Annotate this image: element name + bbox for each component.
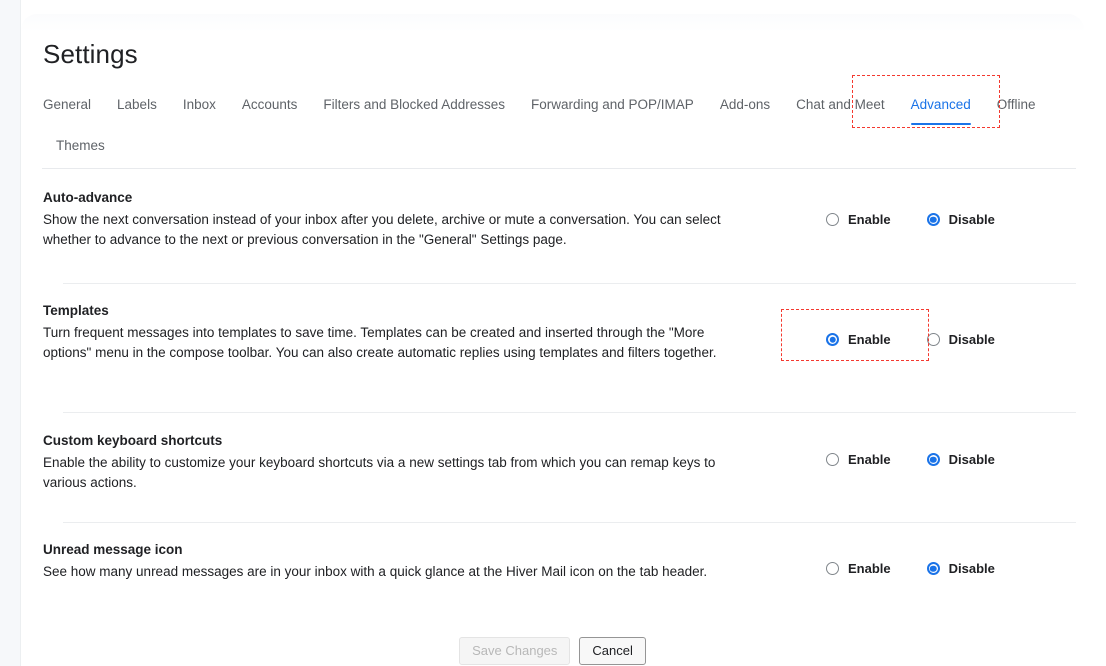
- radio-label: Disable: [948, 332, 995, 347]
- radio-selected-icon[interactable]: [926, 562, 940, 575]
- settings-card: Settings General Labels Inbox Accounts Filte…: [21, 14, 1084, 666]
- radio-unselected-icon[interactable]: [826, 453, 839, 466]
- radio-templates-enable[interactable]: Enable: [826, 332, 891, 347]
- radio-unread-message-icon-disable[interactable]: Disable: [926, 561, 995, 576]
- radio-auto-advance-disable[interactable]: Disable: [926, 212, 995, 227]
- card-top-shade: [21, 14, 1084, 32]
- setting-description: See how many unread messages are in your…: [43, 564, 708, 579]
- section-divider: [63, 412, 1076, 413]
- radio-selected-icon[interactable]: [926, 453, 940, 466]
- tab-label: Themes: [56, 138, 105, 153]
- setting-title: Templates: [43, 303, 109, 318]
- setting-text-templates: Templates Turn frequent messages into tem…: [43, 302, 763, 362]
- tab-label: General: [43, 97, 92, 112]
- setting-description: Show the next conversation instead of yo…: [43, 212, 721, 247]
- radio-group-unread-message-icon: Enable Disable: [826, 561, 995, 576]
- tab-label: Chat and Meet: [796, 97, 885, 112]
- radio-selected-icon[interactable]: [926, 213, 940, 226]
- radio-label: Disable: [948, 561, 995, 576]
- tab-chat-and-meet[interactable]: Chat and Meet: [783, 86, 898, 127]
- tab-labels[interactable]: Labels: [104, 86, 170, 127]
- radio-label: Enable: [848, 452, 891, 467]
- radio-unselected-icon[interactable]: [826, 213, 839, 226]
- tab-themes[interactable]: Themes: [43, 127, 118, 168]
- radio-auto-advance-enable[interactable]: Enable: [826, 212, 891, 227]
- section-divider: [63, 283, 1076, 284]
- radio-custom-keyboard-shortcuts-enable[interactable]: Enable: [826, 452, 891, 467]
- radio-group-custom-keyboard-shortcuts: Enable Disable: [826, 452, 995, 467]
- left-gutter: [0, 0, 21, 666]
- tab-label: Offline: [996, 97, 1036, 112]
- setting-text-unread-message-icon: Unread message icon See how many unread m…: [43, 541, 763, 582]
- setting-description: Turn frequent messages into templates to…: [43, 325, 717, 360]
- radio-unread-message-icon-enable[interactable]: Enable: [826, 561, 891, 576]
- radio-label: Enable: [848, 212, 891, 227]
- tab-label: Filters and Blocked Addresses: [323, 97, 505, 112]
- save-changes-button[interactable]: Save Changes: [459, 637, 571, 665]
- setting-text-custom-keyboard-shortcuts: Custom keyboard shortcuts Enable the abil…: [43, 432, 763, 492]
- setting-text-auto-advance: Auto-advance Show the next conversation i…: [43, 189, 763, 249]
- tab-label: Accounts: [241, 97, 298, 112]
- setting-description: Enable the ability to customize your key…: [43, 455, 716, 490]
- tab-filters-and-blocked-addresses[interactable]: Filters and Blocked Addresses: [310, 86, 518, 127]
- setting-title: Custom keyboard shortcuts: [43, 433, 223, 448]
- radio-selected-icon[interactable]: [826, 333, 839, 346]
- tab-active-underline: [910, 122, 971, 125]
- tab-label: Inbox: [182, 97, 216, 112]
- footer-buttons: Save Changes Cancel: [21, 637, 1084, 665]
- tab-offline[interactable]: Offline: [984, 86, 1049, 127]
- tab-row: General Labels Inbox Accounts Filters and Bl…: [43, 86, 1055, 168]
- tab-inbox[interactable]: Inbox: [170, 86, 229, 127]
- radio-unselected-icon[interactable]: [826, 562, 839, 575]
- tab-label: Add-ons: [719, 97, 771, 112]
- tab-general[interactable]: General: [43, 86, 104, 127]
- tab-advanced[interactable]: Advanced: [898, 86, 984, 127]
- tab-label: Labels: [117, 97, 157, 112]
- setting-title: Auto-advance: [43, 190, 133, 205]
- section-divider: [63, 522, 1076, 523]
- tab-label: Forwarding and POP/IMAP: [530, 97, 694, 112]
- tab-label: Advanced: [910, 97, 971, 112]
- radio-unselected-icon[interactable]: [926, 333, 940, 346]
- tab-forwarding-and-pop-imap[interactable]: Forwarding and POP/IMAP: [518, 86, 707, 127]
- tab-add-ons[interactable]: Add-ons: [707, 86, 783, 127]
- radio-label: Enable: [848, 332, 891, 347]
- radio-label: Enable: [848, 561, 891, 576]
- cancel-button[interactable]: Cancel: [579, 637, 646, 665]
- radio-custom-keyboard-shortcuts-disable[interactable]: Disable: [926, 452, 995, 467]
- radio-label: Disable: [948, 212, 995, 227]
- radio-templates-disable[interactable]: Disable: [926, 332, 995, 347]
- settings-tabs: General Labels Inbox Accounts Filters and Bl…: [43, 86, 1055, 168]
- radio-label: Disable: [948, 452, 995, 467]
- radio-group-templates: Enable Disable: [826, 332, 995, 347]
- radio-group-auto-advance: Enable Disable: [826, 212, 995, 227]
- setting-title: Unread message icon: [43, 542, 183, 557]
- page-title: Settings: [43, 39, 138, 69]
- tabs-divider: [42, 168, 1076, 169]
- tab-accounts[interactable]: Accounts: [229, 86, 311, 127]
